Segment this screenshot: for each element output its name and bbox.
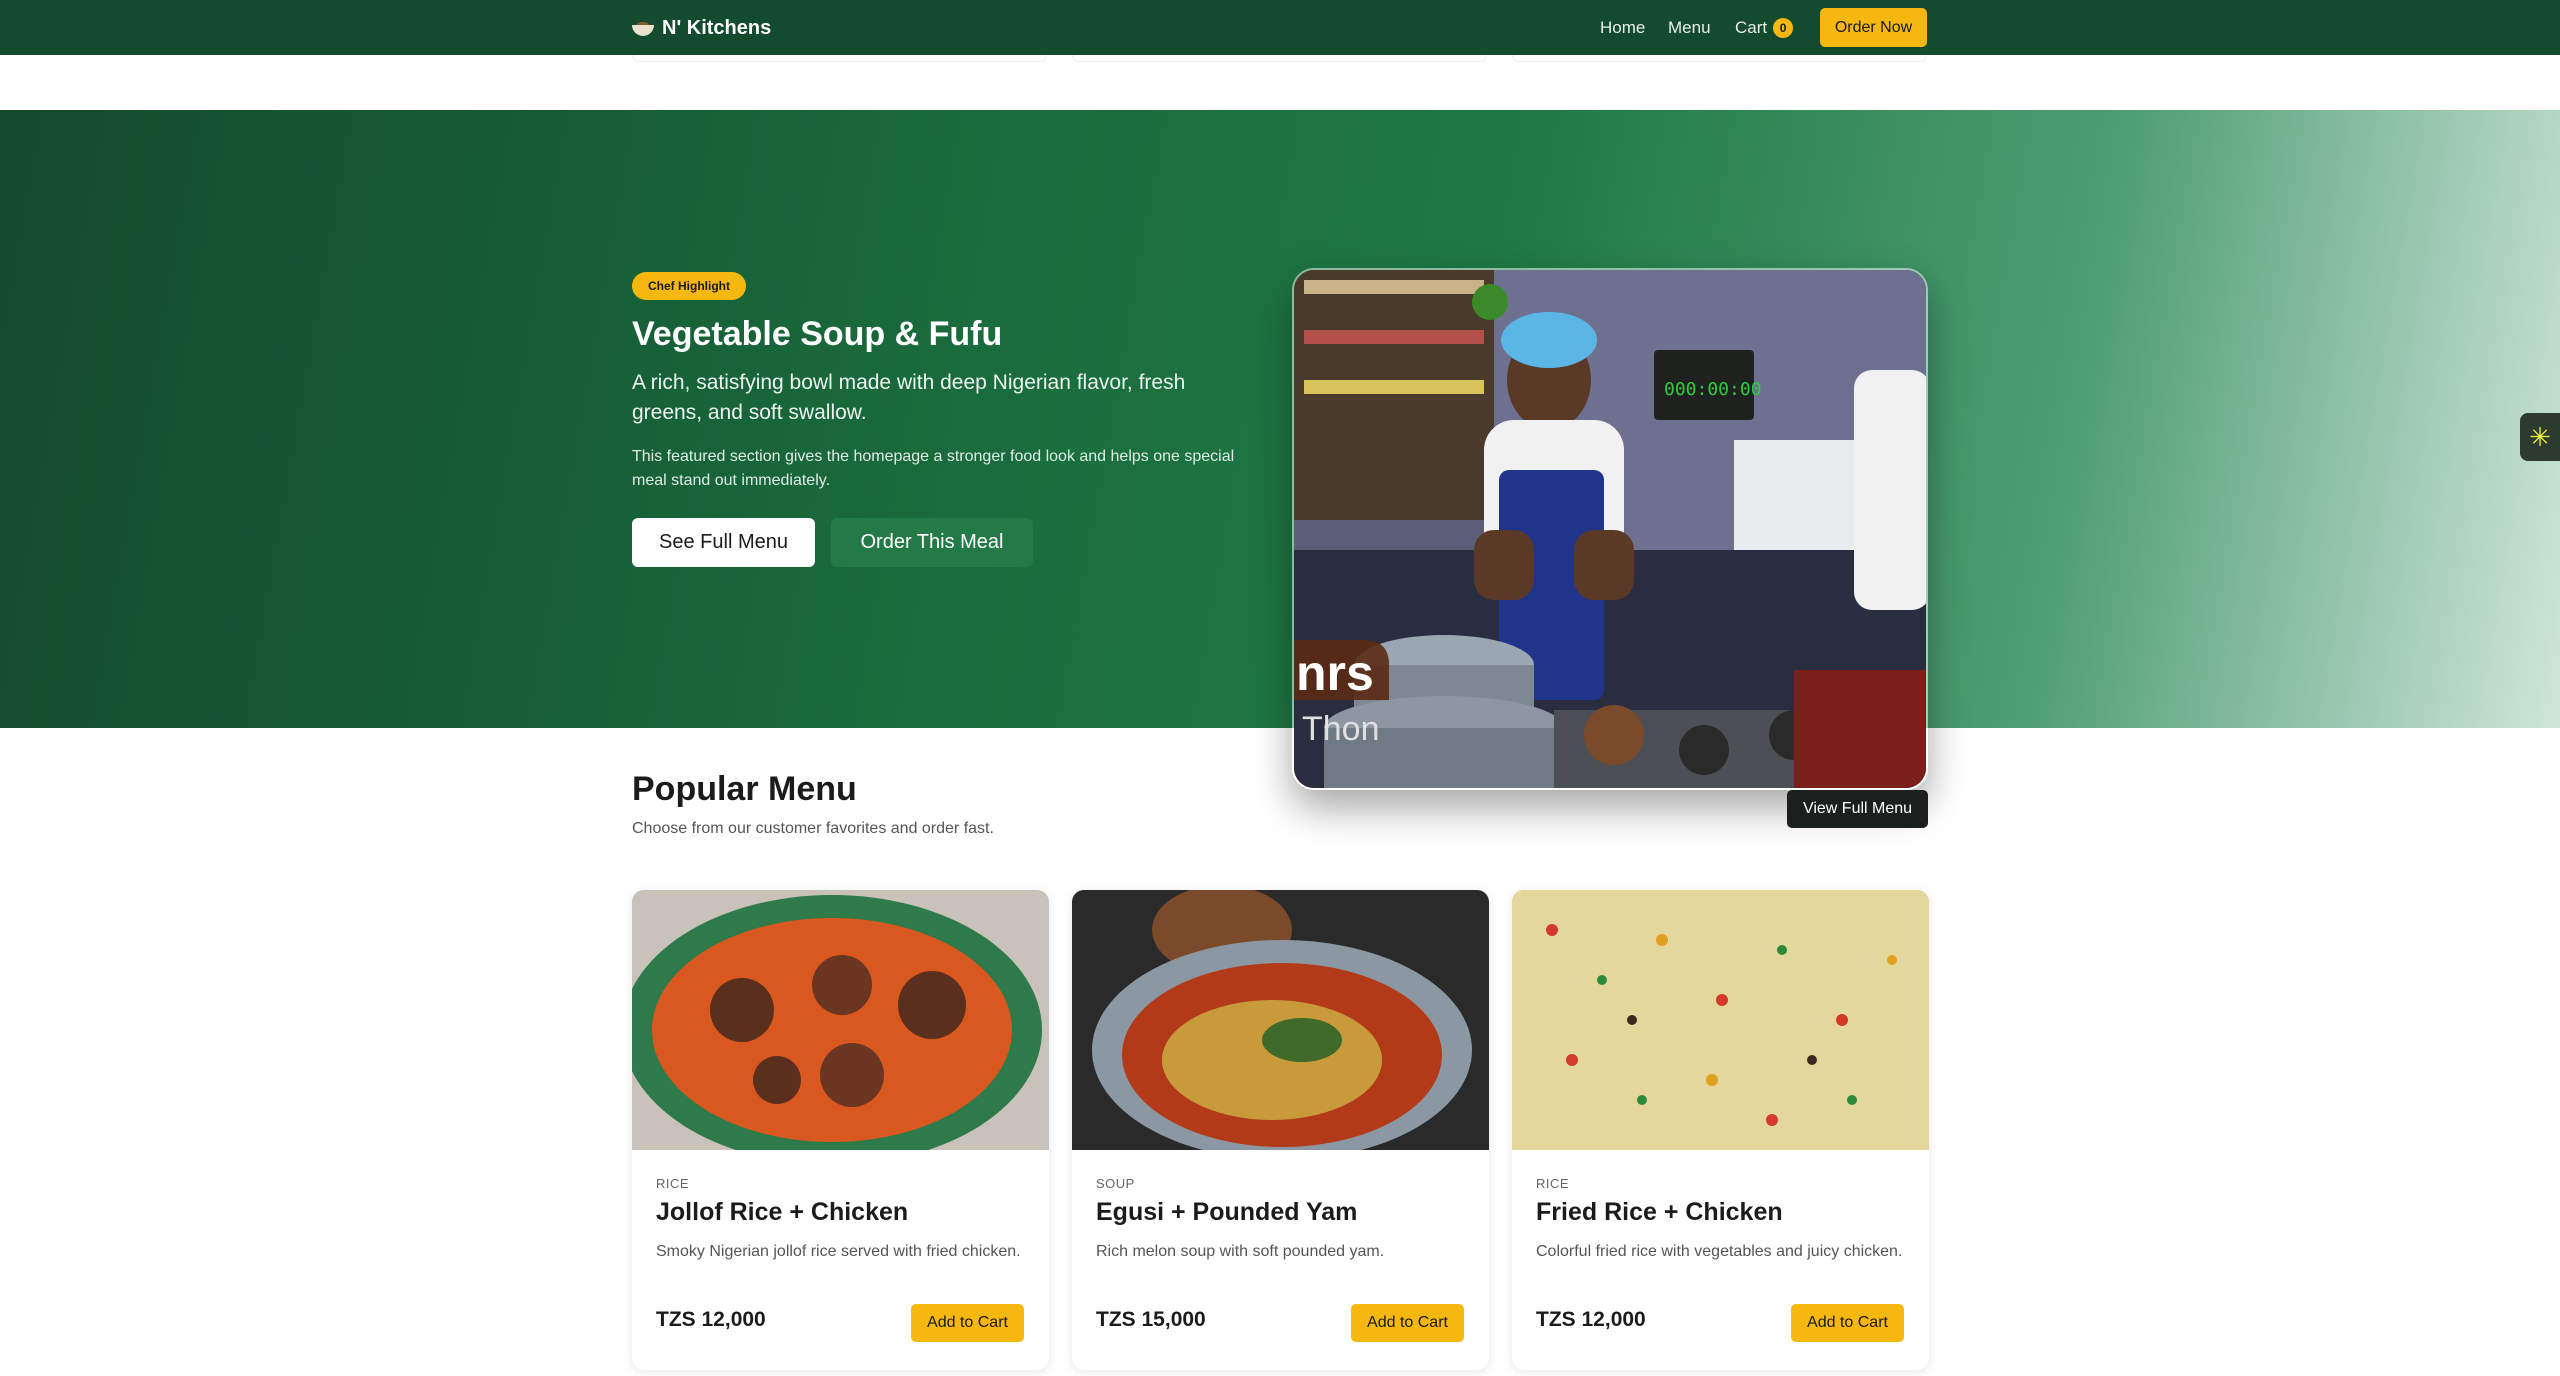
photo-overlay-text-1: nrs xyxy=(1296,645,1374,701)
chef-cooking-photo: 000:00:00 nrs Thon xyxy=(1292,268,1928,790)
hero-section: Chef Highlight Vegetable Soup & Fufu A r… xyxy=(0,110,2560,790)
ghost-card-edge xyxy=(1072,55,1487,62)
cart-count-badge: 0 xyxy=(1773,17,1794,38)
card-price: TZS 12,000 xyxy=(1536,1308,1646,1331)
brand-name: N' Kitchens xyxy=(662,16,772,39)
nav-link-menu[interactable]: Menu xyxy=(1668,0,1711,55)
add-to-cart-button[interactable]: Add to Cart xyxy=(1351,1304,1464,1342)
asterisk-icon[interactable]: ✳ xyxy=(2520,413,2560,461)
egusi-image xyxy=(1072,890,1489,1150)
add-to-cart-button[interactable]: Add to Cart xyxy=(1791,1304,1904,1342)
ghost-card-edge xyxy=(632,55,1047,62)
card-title: Jollof Rice + Chicken xyxy=(656,1198,909,1226)
jollof-rice-image xyxy=(632,890,1049,1150)
photo-timer-text: 000:00:00 xyxy=(1664,379,1762,400)
card-price: TZS 15,000 xyxy=(1096,1308,1206,1331)
card-description: Colorful fried rice with vegetables and … xyxy=(1536,1243,1903,1260)
view-full-menu-button[interactable]: View Full Menu xyxy=(1787,790,1928,828)
hero-subtitle: A rich, satisfying bowl made with deep N… xyxy=(632,371,1186,424)
menu-card: RICE Jollof Rice + Chicken Smoky Nigeria… xyxy=(632,890,1049,1370)
nav-link-cart[interactable]: Cart 0 xyxy=(1735,0,1794,55)
card-title: Fried Rice + Chicken xyxy=(1536,1198,1783,1226)
order-this-meal-button[interactable]: Order This Meal xyxy=(831,518,1033,567)
hero-title: Vegetable Soup & Fufu xyxy=(632,315,1003,353)
card-price: TZS 12,000 xyxy=(656,1308,766,1331)
cart-label: Cart xyxy=(1735,17,1768,37)
menu-card: SOUP Egusi + Pounded Yam Rich melon soup… xyxy=(1072,890,1489,1370)
see-full-menu-button[interactable]: See Full Menu xyxy=(632,518,815,567)
photo-overlay-text-2: Thon xyxy=(1302,710,1380,748)
brand-logo[interactable]: N' Kitchens xyxy=(632,14,771,42)
card-description: Rich melon soup with soft pounded yam. xyxy=(1096,1243,1385,1260)
hero-description: This featured section gives the homepage… xyxy=(632,448,1235,489)
card-category: RICE xyxy=(656,1176,690,1191)
popular-menu-subtitle: Choose from our customer favorites and o… xyxy=(632,820,994,837)
top-navbar: N' Kitchens Home Menu Cart 0 Order Now xyxy=(0,0,2560,55)
popular-menu-title: Popular Menu xyxy=(632,770,857,808)
add-to-cart-button[interactable]: Add to Cart xyxy=(911,1304,1024,1342)
card-category: SOUP xyxy=(1096,1176,1135,1191)
card-category: RICE xyxy=(1536,1176,1570,1191)
card-description: Smoky Nigerian jollof rice served with f… xyxy=(656,1243,1021,1260)
order-now-button[interactable]: Order Now xyxy=(1820,8,1927,47)
food-bowl-icon xyxy=(632,20,654,36)
fried-rice-image xyxy=(1512,890,1929,1150)
menu-card: RICE Fried Rice + Chicken Colorful fried… xyxy=(1512,890,1929,1370)
chef-highlight-tag: Chef Highlight xyxy=(632,272,746,300)
card-title: Egusi + Pounded Yam xyxy=(1096,1198,1358,1226)
scrolled-content-strip xyxy=(0,55,2560,110)
nav-link-home[interactable]: Home xyxy=(1600,0,1645,55)
ghost-card-edge xyxy=(1512,55,1927,62)
